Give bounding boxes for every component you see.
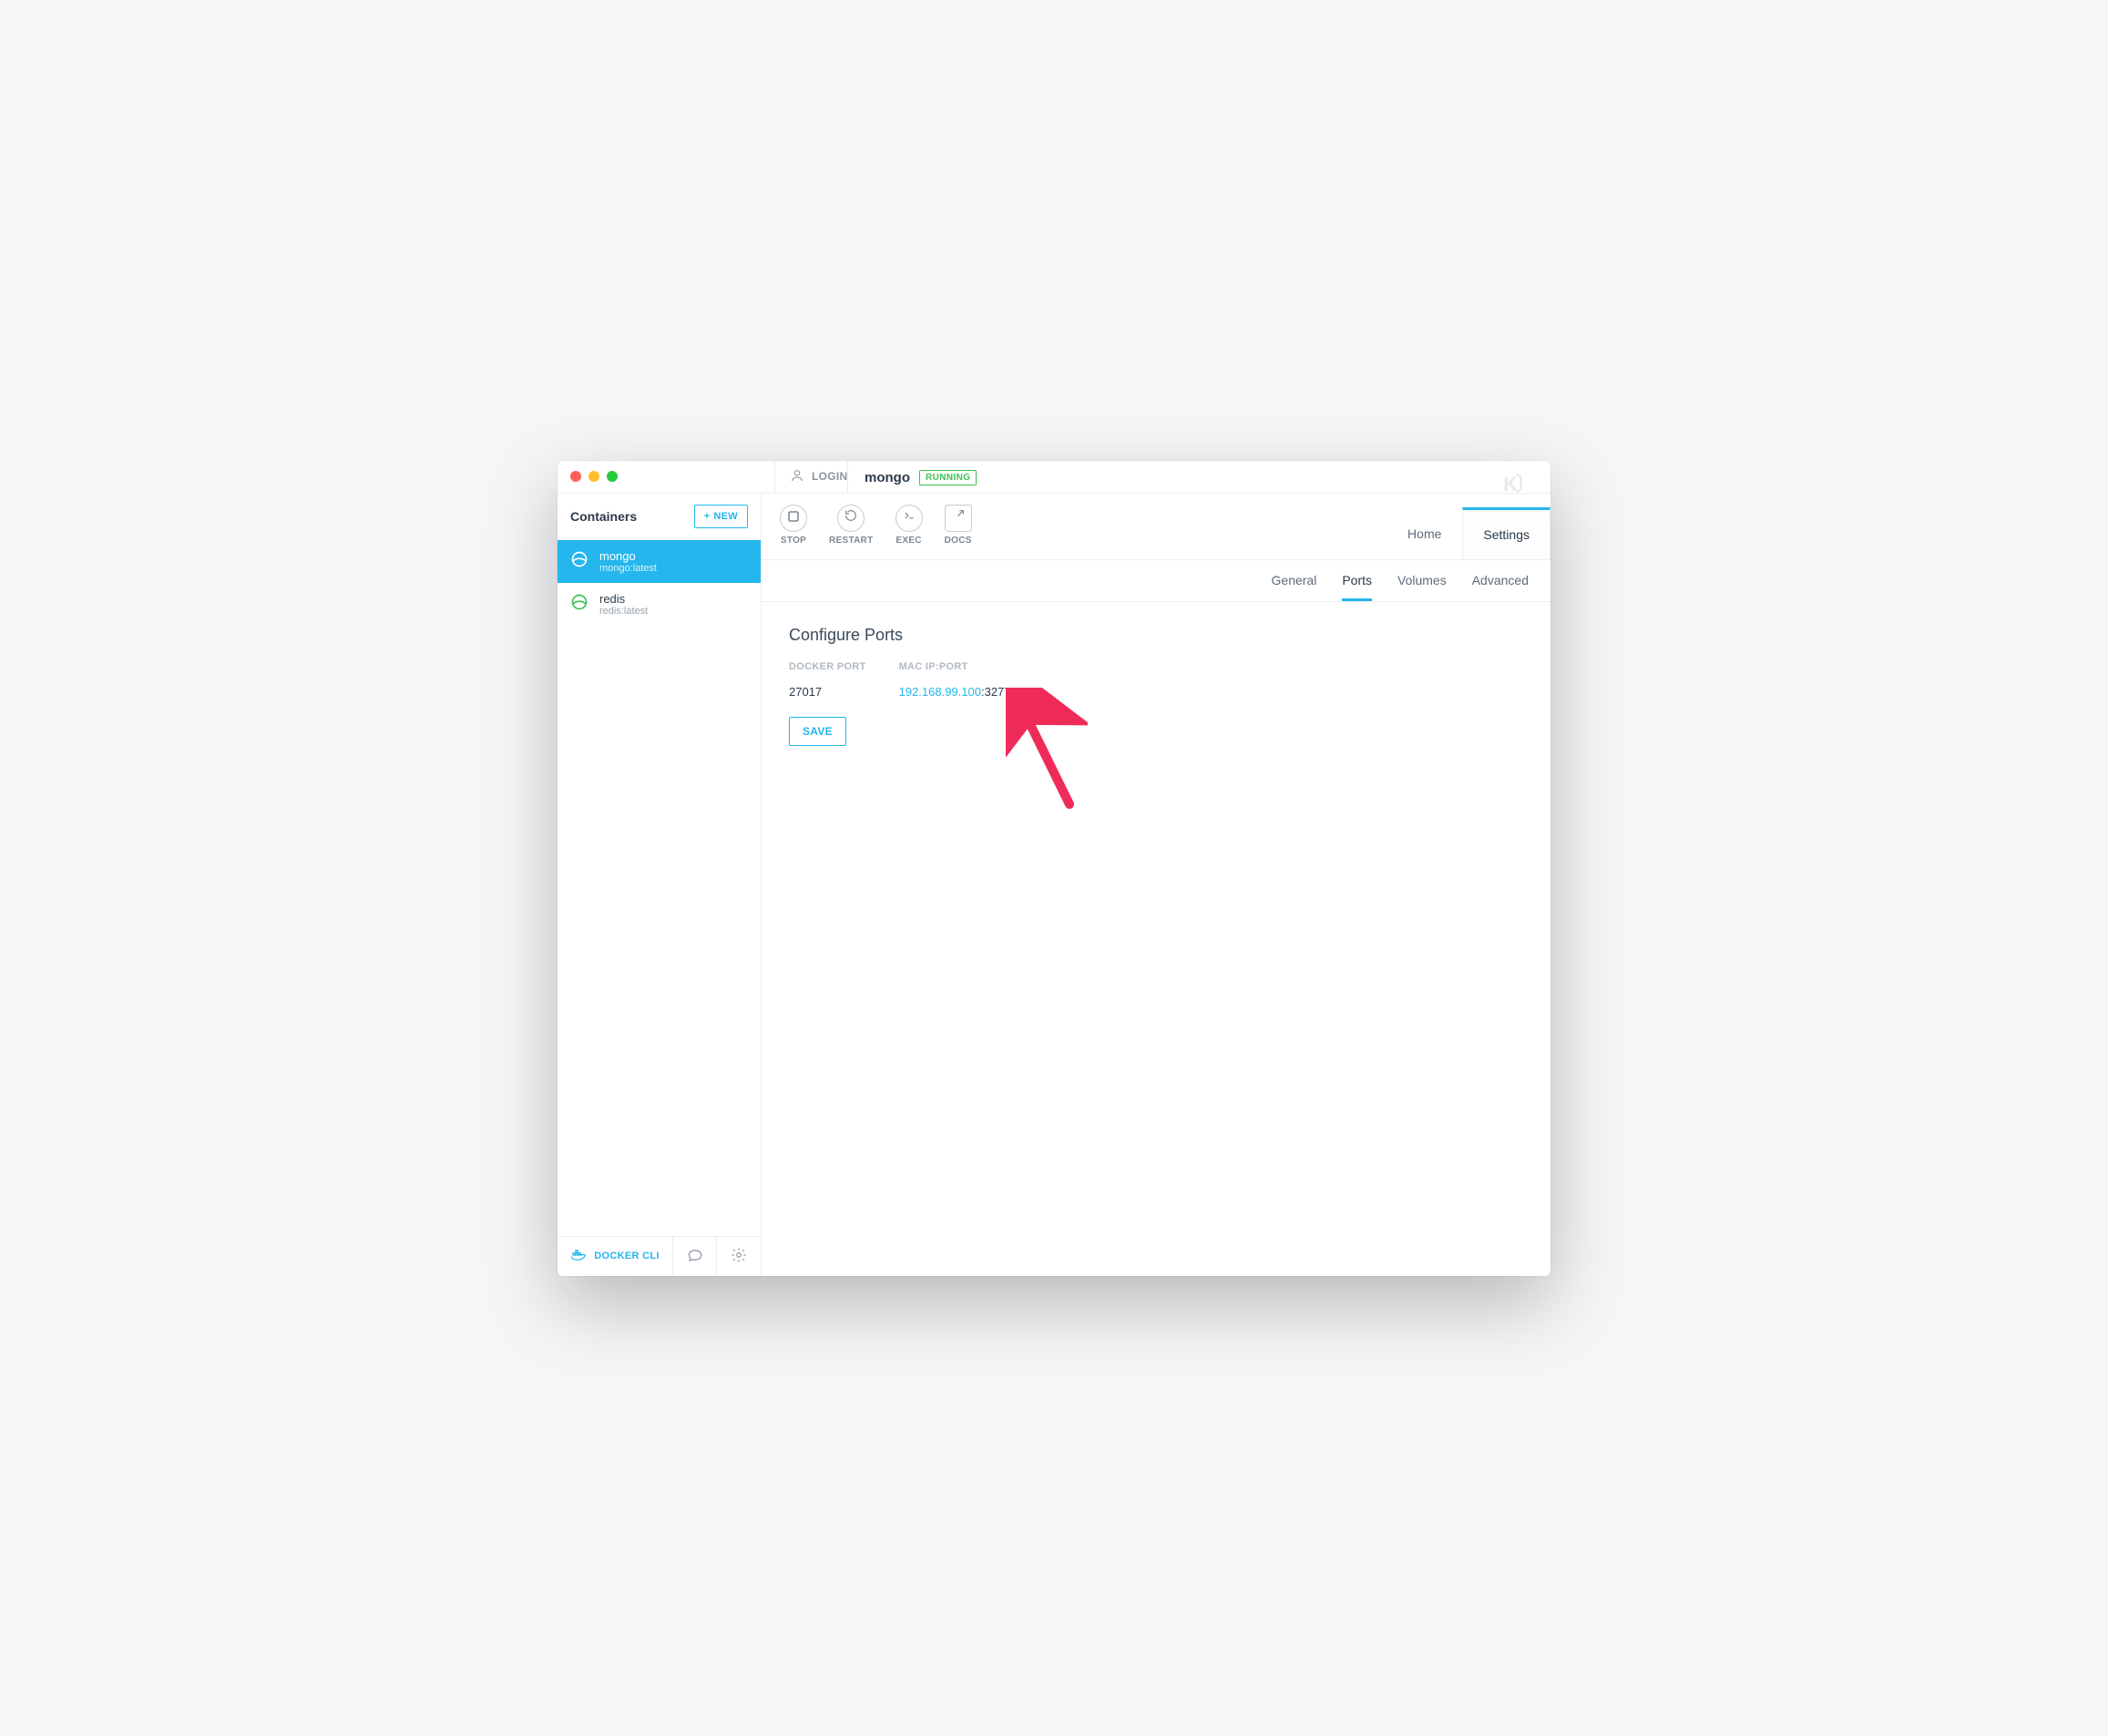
tab-label: Home bbox=[1407, 526, 1441, 541]
new-container-button[interactable]: + NEW bbox=[694, 505, 748, 528]
subtab-label: General bbox=[1272, 573, 1317, 587]
sidebar-header: Containers + NEW bbox=[558, 494, 761, 540]
login-label: LOGIN bbox=[812, 470, 848, 483]
action-label: RESTART bbox=[829, 536, 874, 546]
container-list: mongo mongo:latest redis redis:latest bbox=[558, 540, 761, 1236]
mac-ip-port-cell: 192.168.99.100:32770 bbox=[899, 685, 1050, 717]
tab-settings[interactable]: Settings bbox=[1462, 507, 1550, 559]
subtab-general[interactable]: General bbox=[1272, 573, 1317, 601]
container-name: mongo bbox=[865, 470, 910, 485]
whale-icon bbox=[570, 1247, 587, 1266]
ip-value: 192.168.99.100 bbox=[899, 685, 981, 699]
docker-cli-label: DOCKER CLI bbox=[594, 1251, 659, 1261]
ports-panel: Configure Ports DOCKER PORT MAC IP:PORT bbox=[762, 602, 1550, 1276]
close-window-button[interactable] bbox=[570, 471, 581, 482]
subtab-label: Ports bbox=[1342, 573, 1372, 587]
gear-icon bbox=[731, 1247, 747, 1266]
restart-button[interactable]: RESTART bbox=[829, 505, 874, 546]
panel-title: Configure Ports bbox=[789, 626, 1523, 645]
chat-icon bbox=[687, 1247, 703, 1266]
docker-cli-button[interactable]: DOCKER CLI bbox=[558, 1237, 673, 1276]
app-logo-icon: K〕 bbox=[1503, 468, 1534, 497]
subtab-label: Advanced bbox=[1472, 573, 1529, 587]
tab-home[interactable]: Home bbox=[1387, 507, 1462, 559]
ports-table: DOCKER PORT MAC IP:PORT 27017 192.168.99… bbox=[789, 661, 1050, 717]
zoom-window-button[interactable] bbox=[607, 471, 618, 482]
external-link-icon bbox=[951, 508, 966, 527]
ip-link[interactable]: 192.168.99.100 bbox=[899, 685, 981, 699]
new-button-label: NEW bbox=[713, 511, 738, 522]
restart-icon bbox=[844, 508, 858, 527]
status-badge: RUNNING bbox=[919, 470, 977, 485]
header-strip: mongo RUNNING K〕 bbox=[847, 461, 1550, 493]
sidebar: Containers + NEW mongo mongo:latest bbox=[558, 494, 762, 1276]
action-label: DOCS bbox=[945, 536, 972, 546]
save-button[interactable]: SAVE bbox=[789, 717, 846, 746]
titlebar: LOGIN mongo RUNNING K〕 bbox=[558, 461, 1550, 494]
window-controls bbox=[570, 471, 618, 482]
save-button-label: SAVE bbox=[803, 725, 833, 738]
login-button[interactable]: LOGIN bbox=[774, 461, 847, 493]
user-icon bbox=[790, 468, 804, 485]
terminal-icon bbox=[903, 509, 916, 526]
exec-button[interactable]: EXEC bbox=[895, 505, 923, 546]
container-item-name: mongo bbox=[599, 549, 657, 563]
container-item-name: redis bbox=[599, 592, 648, 606]
sidebar-footer: DOCKER CLI bbox=[558, 1236, 761, 1276]
table-row: 27017 192.168.99.100:32770 bbox=[789, 685, 1050, 717]
container-item-image: mongo:latest bbox=[599, 563, 657, 574]
settings-subtabs: General Ports Volumes Advanced bbox=[762, 560, 1550, 602]
main-panel: STOP RESTART bbox=[762, 494, 1550, 1276]
col-docker-port: DOCKER PORT bbox=[789, 661, 899, 685]
toolbar: STOP RESTART bbox=[762, 494, 1550, 559]
container-status-icon bbox=[570, 593, 588, 616]
container-item-image: redis:latest bbox=[599, 606, 648, 617]
main-tabs: Home Settings bbox=[1387, 505, 1550, 559]
sidebar-item-mongo[interactable]: mongo mongo:latest bbox=[558, 540, 761, 583]
sidebar-item-redis[interactable]: redis redis:latest bbox=[558, 583, 761, 626]
container-status-icon bbox=[570, 550, 588, 573]
minimize-window-button[interactable] bbox=[588, 471, 599, 482]
feedback-button[interactable] bbox=[673, 1237, 717, 1276]
app-window: LOGIN mongo RUNNING K〕 Containers + NEW bbox=[558, 461, 1550, 1276]
action-label: EXEC bbox=[895, 536, 921, 546]
tab-label: Settings bbox=[1483, 527, 1530, 542]
docs-button[interactable]: DOCS bbox=[945, 505, 972, 546]
container-title-row: mongo RUNNING bbox=[865, 468, 977, 485]
host-port-value: 32770 bbox=[985, 685, 1018, 699]
docker-port-value: 27017 bbox=[789, 685, 899, 717]
stop-button[interactable]: STOP bbox=[780, 505, 807, 546]
subtab-label: Volumes bbox=[1397, 573, 1447, 587]
action-label: STOP bbox=[781, 536, 806, 546]
stop-icon bbox=[788, 510, 799, 526]
sidebar-title: Containers bbox=[570, 509, 637, 524]
subtab-advanced[interactable]: Advanced bbox=[1472, 573, 1529, 601]
content-area: General Ports Volumes Advanced C bbox=[762, 559, 1550, 1276]
col-mac-ip-port: MAC IP:PORT bbox=[899, 661, 1050, 685]
subtab-ports[interactable]: Ports bbox=[1342, 573, 1372, 601]
preferences-button[interactable] bbox=[717, 1237, 761, 1276]
subtab-volumes[interactable]: Volumes bbox=[1397, 573, 1447, 601]
plus-icon: + bbox=[704, 511, 711, 522]
